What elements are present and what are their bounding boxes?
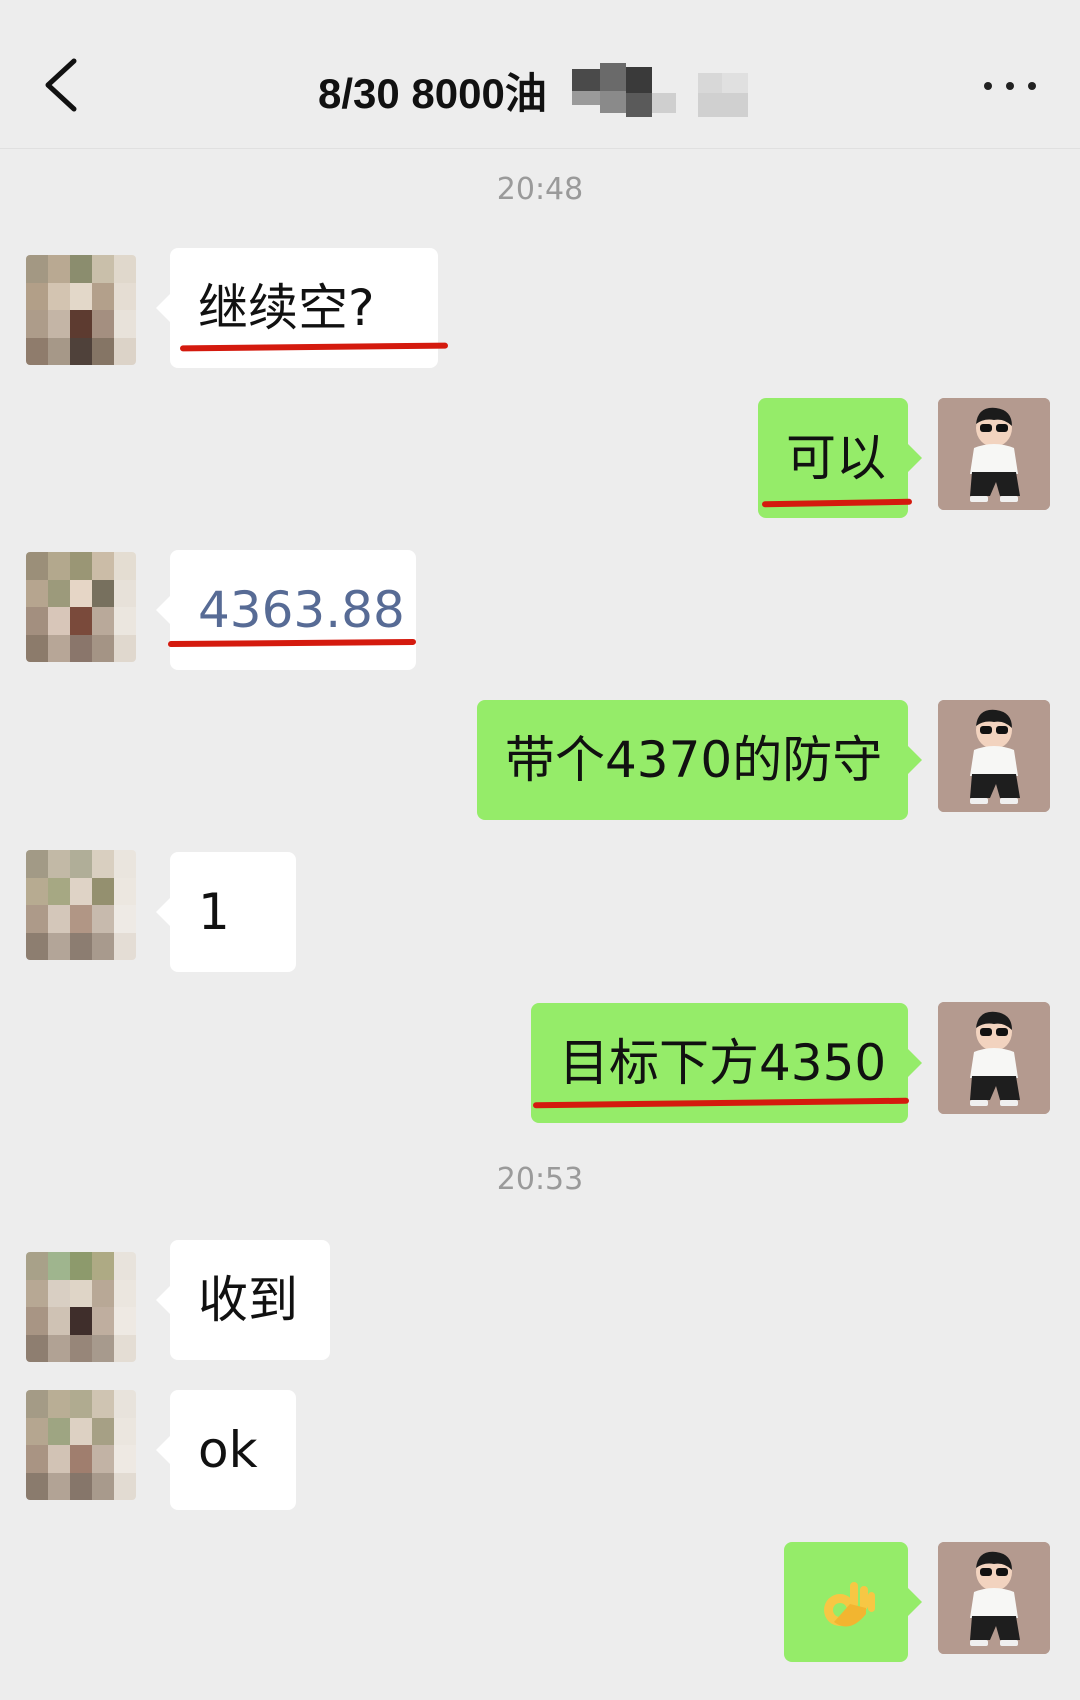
my-avatar[interactable] xyxy=(938,1002,1050,1114)
cartoon-boy-avatar-icon xyxy=(938,1542,1050,1654)
redacted-name-mosaic xyxy=(571,62,762,119)
cartoon-boy-avatar-icon xyxy=(938,700,1050,812)
message-bubble-outgoing[interactable]: 带个4370的防守 xyxy=(477,700,922,820)
contact-avatar[interactable] xyxy=(26,850,136,960)
message-bubble-incoming[interactable]: 1 xyxy=(156,852,296,972)
message-bubble-outgoing[interactable] xyxy=(784,1542,922,1662)
timestamp: 20:53 xyxy=(496,1162,584,1197)
my-avatar[interactable] xyxy=(938,700,1050,812)
contact-avatar[interactable] xyxy=(26,1390,136,1500)
more-dots-icon[interactable] xyxy=(980,70,1040,100)
my-avatar[interactable] xyxy=(938,1542,1050,1654)
contact-avatar[interactable] xyxy=(26,255,136,365)
ok-hand-emoji-icon xyxy=(824,1581,875,1626)
message-bubble-incoming[interactable]: 收到 xyxy=(156,1240,330,1360)
chat-title: 8/30 8000油 xyxy=(318,70,547,117)
chat-header: 8/30 8000油 xyxy=(0,0,1080,149)
cartoon-boy-avatar-icon xyxy=(938,398,1050,510)
cartoon-boy-avatar-icon xyxy=(938,1002,1050,1114)
message-bubble-incoming[interactable]: ok xyxy=(156,1390,296,1510)
contact-avatar[interactable] xyxy=(26,552,136,662)
contact-avatar[interactable] xyxy=(26,1252,136,1362)
chat-title-bar: 8/30 8000油 xyxy=(0,60,1080,120)
my-avatar[interactable] xyxy=(938,398,1050,510)
timestamp: 20:48 xyxy=(496,172,584,207)
message-bubble-incoming[interactable]: 4363.88 xyxy=(156,550,416,670)
